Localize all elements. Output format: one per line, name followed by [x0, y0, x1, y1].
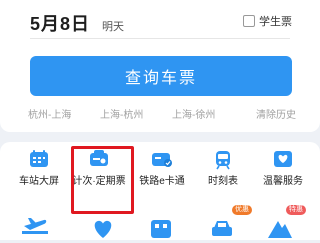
- heart-service-icon: [273, 150, 293, 173]
- travel-date[interactable]: 5月8日: [30, 10, 90, 36]
- service-station-screen[interactable]: 车站大屏: [8, 142, 70, 192]
- history-item[interactable]: 杭州-上海: [28, 106, 71, 121]
- service-label: 铁路e卡通: [139, 176, 185, 187]
- discount-badge: 优惠: [232, 205, 252, 215]
- student-ticket-option[interactable]: 学生票: [243, 13, 292, 29]
- service-timetable[interactable]: 时刻表: [192, 142, 254, 192]
- highlight-box: [71, 146, 134, 214]
- service-label: 车站大屏: [19, 176, 59, 187]
- history-item[interactable]: 上海-徐州: [172, 106, 215, 121]
- history-item[interactable]: 上海-杭州: [100, 106, 143, 121]
- special-offer-badge: 特惠: [286, 205, 306, 215]
- station-screen-icon: [29, 150, 49, 173]
- plane-icon[interactable]: [22, 214, 48, 239]
- heart-icon[interactable]: [92, 218, 114, 243]
- service-label: 温馨服务: [263, 176, 303, 187]
- search-history: 杭州-上海 上海-杭州 上海-徐州 清除历史: [28, 106, 300, 122]
- weekday-label: 明天: [102, 21, 125, 33]
- service-warm-service[interactable]: 温馨服务: [252, 142, 314, 192]
- clear-history-link[interactable]: 清除历史: [256, 106, 296, 121]
- service-e-card[interactable]: 铁路e卡通: [131, 142, 193, 192]
- divider: [30, 38, 290, 39]
- student-ticket-label: 学生票: [259, 16, 292, 28]
- grid-icon[interactable]: [151, 218, 171, 243]
- services-grid: 车站大屏 计次·定期票 铁路e卡通 时刻表 温馨服务: [0, 142, 320, 240]
- e-card-icon: [151, 150, 173, 173]
- car-icon[interactable]: [210, 218, 234, 243]
- mountain-icon[interactable]: [268, 218, 292, 243]
- ticket-search-card: 5月8日 明天 学生票 查询车票 杭州-上海 上海-杭州 上海-徐州 清除历史: [0, 0, 320, 132]
- student-checkbox[interactable]: [243, 15, 255, 27]
- date-selector[interactable]: 5月8日 明天: [30, 10, 125, 34]
- service-label: 时刻表: [208, 176, 238, 187]
- query-tickets-button[interactable]: 查询车票: [30, 56, 292, 96]
